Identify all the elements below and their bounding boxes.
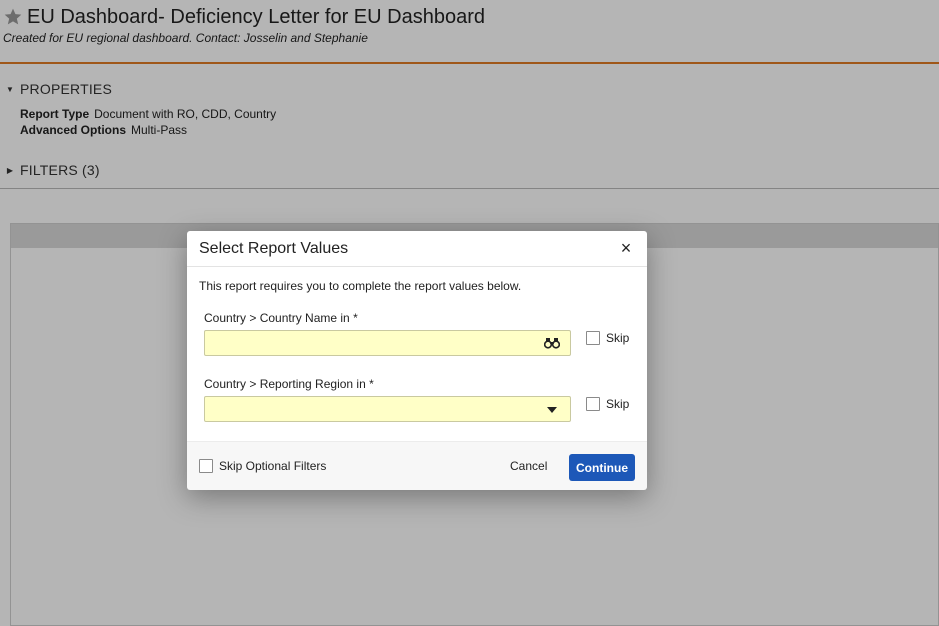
country-name-field[interactable] — [204, 330, 571, 356]
skip-label: Skip — [606, 331, 630, 345]
reporting-region-label: Country > Reporting Region in * — [204, 377, 374, 391]
cancel-button[interactable]: Cancel — [510, 459, 547, 473]
skip-country-name[interactable]: Skip — [586, 331, 629, 345]
skip-optional-checkbox[interactable] — [199, 459, 213, 473]
dialog-title: Select Report Values — [199, 240, 349, 257]
dialog-footer: Skip Optional Filters Cancel Continue — [187, 441, 647, 490]
close-icon[interactable]: × — [617, 239, 635, 257]
skip-checkbox[interactable] — [586, 331, 600, 345]
continue-button[interactable]: Continue — [569, 454, 635, 481]
country-name-input[interactable] — [205, 331, 547, 355]
dialog-header: Select Report Values × — [187, 231, 647, 267]
skip-reporting-region[interactable]: Skip — [586, 397, 629, 411]
binoculars-icon[interactable] — [544, 337, 560, 349]
country-name-label: Country > Country Name in * — [204, 311, 358, 325]
dialog-intro-text: This report requires you to complete the… — [199, 279, 522, 293]
skip-checkbox[interactable] — [586, 397, 600, 411]
reporting-region-input[interactable] — [205, 397, 547, 421]
skip-optional-label: Skip Optional Filters — [219, 459, 327, 473]
skip-label: Skip — [606, 397, 630, 411]
reporting-region-select[interactable] — [204, 396, 571, 422]
skip-optional-filters[interactable]: Skip Optional Filters — [199, 459, 326, 473]
select-report-values-dialog: Select Report Values × This report requi… — [187, 231, 647, 490]
chevron-down-icon[interactable] — [547, 407, 557, 413]
